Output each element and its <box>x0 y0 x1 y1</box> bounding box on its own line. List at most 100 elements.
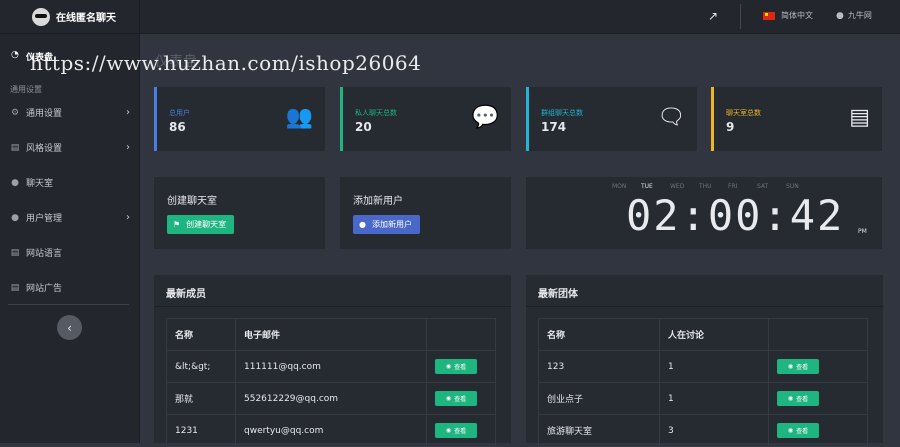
stat-value: 9 <box>726 120 735 134</box>
collapse-sidebar-button[interactable]: ‹ <box>57 315 82 340</box>
sidebar-item-label: 风格设置 <box>26 144 63 154</box>
ad-icon: ▤ <box>10 282 20 293</box>
view-button[interactable]: ◉ 查看 <box>435 391 477 406</box>
sidebar-divider <box>8 304 129 305</box>
table-header-row: 名称 人在讨论 <box>538 318 868 351</box>
stat-card-total-users: 总用户 86 👥 <box>154 87 325 151</box>
clock-ampm: PM <box>858 228 867 235</box>
panel-title: 最新成员 <box>166 289 206 300</box>
chevron-right-icon: › <box>126 107 130 118</box>
panel-divider <box>526 306 883 307</box>
button-label: 添加新用户 <box>371 220 412 229</box>
group-name: 旅游聊天室 <box>538 414 660 447</box>
members-table: 名称 电子邮件 &lt;&gt; 111111@qq.com ◉ 查看 那就 55… <box>166 318 496 447</box>
group-count: 3 <box>659 414 769 447</box>
view-button[interactable]: ◉ 查看 <box>777 391 819 406</box>
gear-icon: ⚙ <box>10 107 20 118</box>
member-name: 那就 <box>166 382 236 415</box>
member-name: &lt;&gt; <box>166 350 236 383</box>
sidebar-item-user-management[interactable]: ● 用户管理 › <box>10 211 130 224</box>
language-selector[interactable]: 简体中文 <box>763 10 813 21</box>
group-name: 创业点子 <box>538 382 660 415</box>
weekday: SUN <box>786 183 799 190</box>
chat-icon: ● <box>11 177 19 188</box>
flag-icon: ⚑ <box>173 220 181 229</box>
weekday-row: MON TUE WED THU FRI SAT SUN <box>612 183 815 190</box>
url-watermark: https://www.huzhan.com/ishop26064 <box>30 51 422 75</box>
member-email: qwertyu@qq.com <box>235 414 427 447</box>
sidebar-item-chatroom[interactable]: ● 聊天室 <box>10 176 130 190</box>
button-label: 查看 <box>796 364 809 371</box>
button-label: 查看 <box>796 428 809 435</box>
language-icon: ▤ <box>10 247 20 258</box>
eye-icon: ◉ <box>445 395 452 402</box>
create-room-button[interactable]: ⚑ 创建聊天室 <box>167 215 235 234</box>
room-icon: ▤ <box>849 105 870 130</box>
group-count: 1 <box>659 350 769 383</box>
stat-card-chatrooms: 聊天室总数 9 ▤ <box>711 87 882 151</box>
panel-divider <box>154 306 511 307</box>
comments-icon: 🗨 <box>657 105 685 130</box>
topbar-divider <box>740 4 741 29</box>
logo-icon <box>32 7 50 26</box>
view-button[interactable]: ◉ 查看 <box>777 359 819 374</box>
chevron-right-icon: › <box>126 212 130 223</box>
clock-time: 02:00:42 <box>626 191 845 240</box>
view-button[interactable]: ◉ 查看 <box>777 423 819 438</box>
column-header <box>768 318 868 351</box>
stat-label: 聊天室总数 <box>726 109 761 117</box>
view-button[interactable]: ◉ 查看 <box>435 423 477 438</box>
table-row: &lt;&gt; 111111@qq.com ◉ 查看 <box>166 350 496 383</box>
external-link-icon[interactable]: ↗ <box>708 9 718 23</box>
topbar: ↗ 简体中文 ● 九牛网 <box>140 0 900 34</box>
china-flag-icon <box>763 11 775 20</box>
table-header-row: 名称 电子邮件 <box>166 318 496 351</box>
chevron-left-icon: ‹ <box>67 320 72 335</box>
stat-value: 174 <box>541 120 567 134</box>
column-header: 人在讨论 <box>659 318 769 351</box>
user-menu[interactable]: ● 九牛网 <box>836 10 872 21</box>
sidebar-item-style-settings[interactable]: ▤ 风格设置 › <box>10 141 130 154</box>
create-room-panel: 创建聊天室 ⚑ 创建聊天室 <box>154 177 325 249</box>
button-label: 查看 <box>796 396 809 403</box>
weekday: SAT <box>757 183 769 190</box>
users-icon: ● <box>11 212 19 223</box>
brand[interactable]: 在线匿名聊天 <box>0 0 139 34</box>
latest-groups-panel: 最新团体 名称 人在讨论 123 1 ◉ 查看 创业点子 1 ◉ 查看 旅游聊天室 … <box>526 275 883 447</box>
view-button[interactable]: ◉ 查看 <box>435 359 477 374</box>
table-row: 创业点子 1 ◉ 查看 <box>538 382 868 415</box>
stat-value: 86 <box>169 120 186 134</box>
weekday: MON <box>612 183 627 190</box>
language-label: 简体中文 <box>781 11 813 20</box>
sidebar-item-label: 通用设置 <box>26 109 63 119</box>
group-name: 123 <box>538 350 660 383</box>
member-email: 111111@qq.com <box>235 350 427 383</box>
user-icon: ● <box>836 10 844 21</box>
button-label: 查看 <box>454 428 467 435</box>
eye-icon: ◉ <box>787 427 794 434</box>
button-label: 查看 <box>454 364 467 371</box>
stat-label: 总用户 <box>169 109 190 117</box>
latest-members-panel: 最新成员 名称 电子邮件 &lt;&gt; 111111@qq.com ◉ 查看 … <box>154 275 511 447</box>
eye-icon: ◉ <box>787 363 794 370</box>
sidebar-item-label: 用户管理 <box>26 214 63 224</box>
add-user-button[interactable]: ● 添加新用户 <box>353 215 420 234</box>
member-email: 552612229@qq.com <box>235 382 427 415</box>
palette-icon: ▤ <box>10 142 20 153</box>
sidebar-item-general-settings[interactable]: ⚙ 通用设置 › <box>10 106 130 119</box>
sidebar-item-site-ads[interactable]: ▤ 网站广告 <box>10 281 130 295</box>
username: 九牛网 <box>847 11 872 20</box>
column-header: 电子邮件 <box>235 318 427 351</box>
brand-title: 在线匿名聊天 <box>56 13 116 24</box>
panel-title: 添加新用户 <box>353 196 403 207</box>
stat-label: 群组聊天总数 <box>541 109 583 117</box>
group-count: 1 <box>659 382 769 415</box>
member-name: 1231 <box>166 414 236 447</box>
table-row: 123 1 ◉ 查看 <box>538 350 868 383</box>
sidebar-item-site-language[interactable]: ▤ 网站语言 <box>10 246 130 260</box>
column-header: 名称 <box>166 318 236 351</box>
weekday: FRI <box>728 183 738 190</box>
table-row: 那就 552612229@qq.com ◉ 查看 <box>166 382 496 415</box>
add-user-panel: 添加新用户 ● 添加新用户 <box>340 177 511 249</box>
weekday: WED <box>670 183 685 190</box>
